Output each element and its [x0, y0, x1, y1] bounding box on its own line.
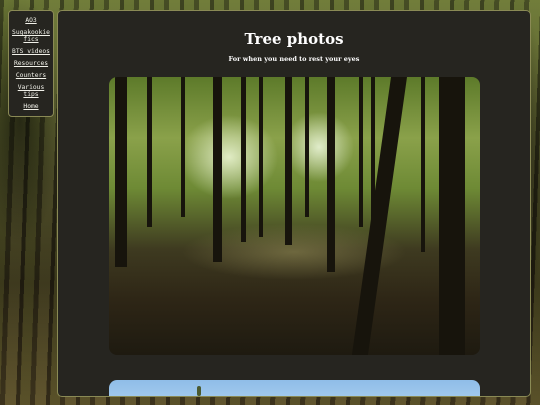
tree-trunk: [147, 77, 152, 227]
tree-trunk: [285, 77, 292, 245]
sky-photo: [109, 380, 480, 396]
tree-trunk: [115, 77, 127, 267]
tree-trunk: [439, 77, 465, 355]
tree-trunk: [181, 77, 185, 217]
nav-link-resources[interactable]: Resources: [9, 60, 53, 67]
sidebar-nav: AO3 Sugakookie fics BTS videos Resources…: [8, 10, 54, 117]
tree-trunk: [241, 77, 246, 242]
page-subtitle: For when you need to rest your eyes: [228, 55, 360, 63]
page-title: Tree photos: [244, 30, 344, 48]
tree-trunk: [359, 77, 363, 227]
nav-link-counters[interactable]: Counters: [9, 72, 53, 79]
tree-silhouette: [197, 386, 201, 396]
tree-trunk: [305, 77, 309, 217]
tree-trunk: [259, 77, 263, 237]
tree-trunk: [327, 77, 335, 272]
tree-trunk: [213, 77, 222, 262]
nav-link-ao3[interactable]: AO3: [9, 17, 53, 24]
tree-trunk: [421, 77, 425, 252]
content-panel: Tree photos For when you need to rest yo…: [57, 10, 531, 397]
nav-link-sugakookie-fics[interactable]: Sugakookie fics: [9, 29, 53, 43]
nav-link-home[interactable]: Home: [9, 103, 53, 110]
forest-photo: [109, 77, 480, 355]
nav-link-various-tips[interactable]: Various tips: [9, 84, 53, 98]
nav-link-bts-videos[interactable]: BTS videos: [9, 48, 53, 55]
